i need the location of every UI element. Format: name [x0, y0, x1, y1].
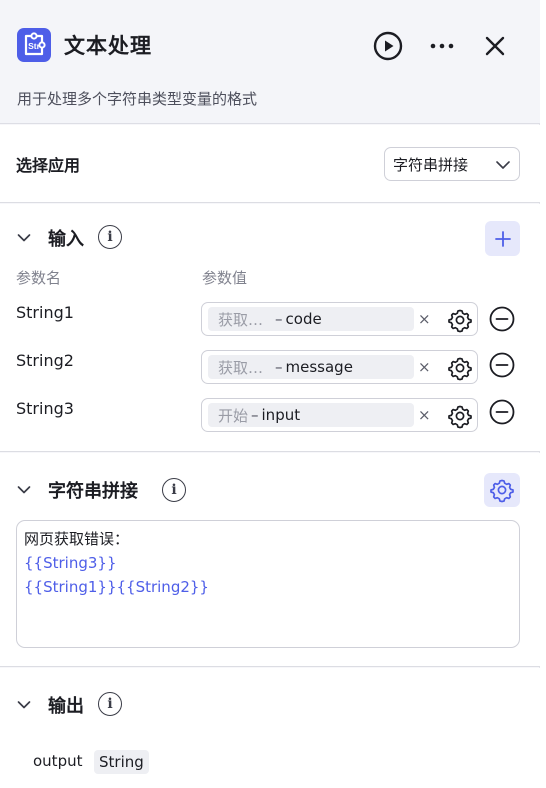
info-icon[interactable]: i — [162, 478, 186, 502]
remove-param-icon[interactable] — [488, 398, 516, 426]
param-name: String3 — [16, 399, 74, 418]
close-button[interactable] — [477, 28, 513, 64]
string-tool-icon: Str — [17, 28, 51, 62]
collapse-chevron-icon[interactable] — [16, 482, 32, 498]
param-value-field[interactable]: 获取… – message × — [201, 350, 478, 384]
app-select-value: 字符串拼接 — [393, 155, 469, 174]
param-value-field[interactable]: 开始 – input × — [201, 398, 478, 432]
collapse-chevron-icon[interactable] — [16, 697, 32, 713]
settings-gear-icon[interactable] — [447, 355, 473, 381]
input-section-header: 输入 i — [0, 221, 540, 255]
template-editor[interactable]: 网页获取错误： {{String3}} {{String1}}{{String2… — [16, 520, 520, 648]
info-icon[interactable]: i — [98, 225, 122, 249]
output-section-header: 输出 i — [0, 688, 540, 722]
node-description: 用于处理多个字符串类型变量的格式 — [17, 90, 258, 108]
template-variable-line: {{String1}}{{String2}} — [24, 578, 209, 596]
output-section-title: 输出 — [48, 696, 84, 717]
param-value-field[interactable]: 获取… – code × — [201, 302, 478, 336]
remove-param-icon[interactable] — [488, 351, 516, 379]
output-section — [0, 668, 540, 788]
settings-gear-icon — [490, 479, 514, 503]
chip-variable: input — [261, 406, 301, 424]
param-name: String1 — [16, 303, 74, 322]
variable-chip: 获取… – code — [208, 307, 414, 331]
plus-icon — [494, 230, 511, 247]
concat-section-title: 字符串拼接 — [48, 481, 138, 502]
param-value-header: 参数值 — [202, 269, 248, 287]
chip-dash: – — [275, 358, 283, 376]
panel-header: Str 文本处理 用于处理多个字符串类型变量的格式 — [0, 0, 540, 124]
template-line: 网页获取错误： — [24, 530, 130, 548]
chip-variable: code — [285, 310, 322, 328]
more-icon — [430, 43, 454, 49]
add-param-button[interactable] — [485, 221, 520, 256]
app-select-section: 选择应用 字符串拼接 — [0, 125, 540, 203]
chip-source: 获取… — [218, 310, 264, 329]
clear-icon[interactable]: × — [418, 358, 431, 376]
collapse-chevron-icon[interactable] — [16, 230, 32, 246]
input-section-title: 输入 — [48, 229, 84, 250]
output-name: output — [33, 752, 83, 770]
app-select-dropdown[interactable]: 字符串拼接 — [384, 147, 520, 181]
variable-chip: 开始 – input — [208, 403, 414, 427]
chip-dash: – — [275, 310, 283, 328]
node-title: 文本处理 — [64, 34, 152, 58]
svg-text:Str: Str — [28, 41, 41, 51]
concat-settings-button[interactable] — [484, 473, 520, 507]
chip-variable: message — [285, 358, 353, 376]
node-config-panel: Str 文本处理 用于处理多个字符串类型变量的格式 选择应用 字符串拼接 输入 … — [0, 0, 540, 788]
chip-dash: – — [251, 406, 259, 424]
chip-source: 开始 — [218, 406, 249, 425]
run-button[interactable] — [370, 28, 406, 64]
concat-section-header: 字符串拼接 i — [0, 473, 540, 507]
more-button[interactable] — [424, 28, 460, 64]
param-name: String2 — [16, 351, 74, 370]
settings-gear-icon[interactable] — [447, 307, 473, 333]
variable-chip: 获取… – message — [208, 355, 414, 379]
play-icon — [373, 31, 403, 61]
param-name-header: 参数名 — [16, 269, 62, 287]
info-icon[interactable]: i — [98, 692, 122, 716]
app-select-label: 选择应用 — [16, 156, 81, 175]
clear-icon[interactable]: × — [418, 310, 431, 328]
clear-icon[interactable]: × — [418, 406, 431, 424]
remove-param-icon[interactable] — [488, 305, 516, 333]
template-variable-line: {{String3}} — [24, 554, 117, 572]
chip-source: 获取… — [218, 358, 264, 377]
settings-gear-icon[interactable] — [447, 403, 473, 429]
chevron-down-icon — [496, 161, 510, 169]
output-type-badge: String — [94, 750, 149, 774]
close-icon — [485, 36, 505, 56]
